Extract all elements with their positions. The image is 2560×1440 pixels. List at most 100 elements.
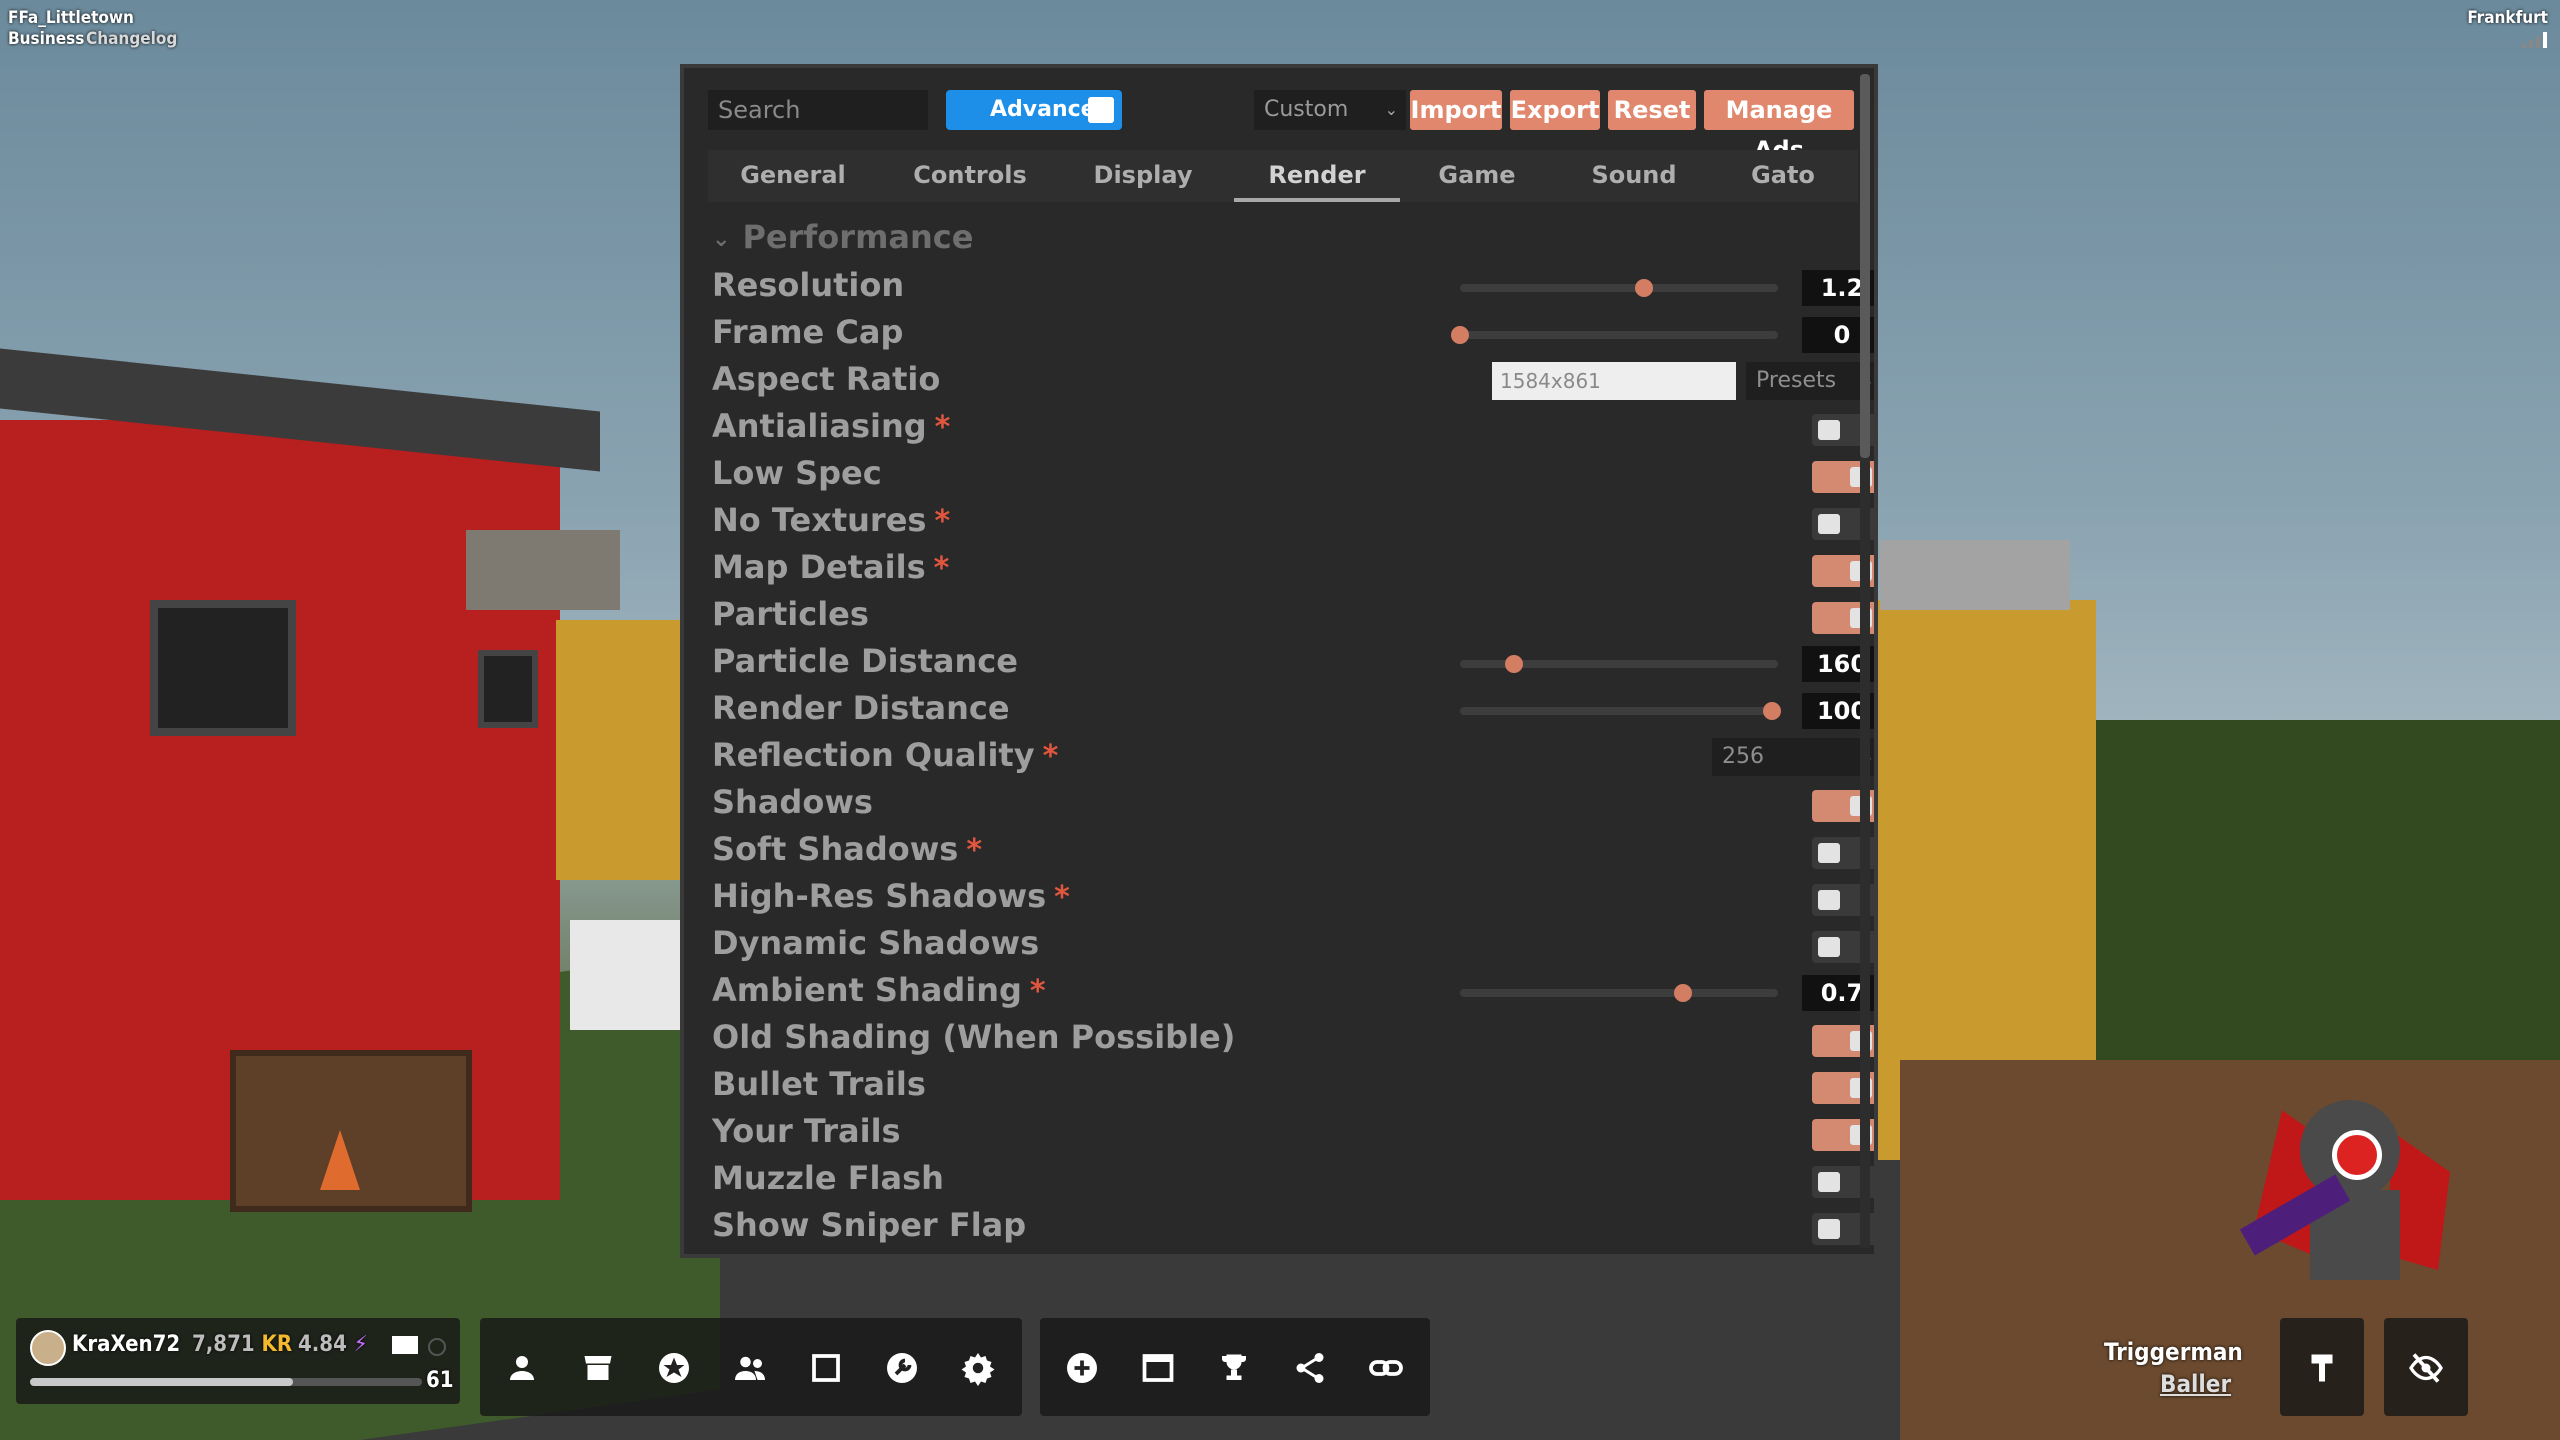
tab-game[interactable]: Game bbox=[1402, 150, 1552, 202]
preset-select[interactable]: Custom ⌄ bbox=[1254, 90, 1406, 130]
setting-label-text: Show Sniper Flap bbox=[712, 1206, 1027, 1244]
tab-render[interactable]: Render bbox=[1234, 150, 1400, 202]
setting-row: Frame Cap 0 bbox=[712, 311, 1874, 358]
settings-search-input[interactable]: Search bbox=[708, 90, 928, 130]
square-icon[interactable] bbox=[804, 1346, 848, 1390]
hammer-button[interactable] bbox=[2280, 1318, 2364, 1416]
setting-label: Frame Cap bbox=[712, 313, 903, 351]
tab-controls[interactable]: Controls bbox=[882, 150, 1058, 202]
setting-row: Render Distance 100 bbox=[712, 687, 1874, 734]
manage-ads-button[interactable]: Manage Ads bbox=[1704, 90, 1854, 164]
setting-slider[interactable] bbox=[1460, 984, 1778, 1002]
setting-label: Render Distance bbox=[712, 689, 1010, 727]
preset-value: Custom bbox=[1264, 97, 1349, 122]
setting-label: Show Sniper Flap bbox=[712, 1206, 1026, 1244]
tab-general[interactable]: General bbox=[718, 150, 868, 202]
slider-thumb[interactable] bbox=[1505, 655, 1524, 673]
reset-button[interactable]: Reset bbox=[1608, 90, 1696, 130]
required-asterisk-icon: * bbox=[1029, 974, 1046, 1009]
setting-label: Shadows bbox=[712, 783, 873, 821]
changelog-link[interactable]: Changelog bbox=[86, 29, 177, 49]
setting-label: Bullet Trails bbox=[712, 1065, 926, 1103]
section-header-performance[interactable]: ⌄ Performance bbox=[712, 218, 973, 256]
setting-row: Your Trails bbox=[712, 1110, 1874, 1157]
hammer-icon bbox=[2300, 1346, 2344, 1390]
plus-icon[interactable] bbox=[1060, 1346, 1104, 1390]
setting-label: Old Shading (When Possible) bbox=[712, 1018, 1235, 1056]
avatar[interactable] bbox=[30, 1330, 66, 1366]
tab-display[interactable]: Display bbox=[1060, 150, 1226, 202]
setting-label: Resolution bbox=[712, 266, 904, 304]
setting-label-text: Map Details bbox=[712, 548, 926, 586]
setting-row: Ambient Shading * 0.7 bbox=[712, 969, 1874, 1016]
player-panel: KraXen72 7,871 KR 4.84 ⚡ 61 bbox=[16, 1318, 460, 1404]
window bbox=[478, 650, 538, 728]
setting-label-text: Reflection Quality bbox=[712, 736, 1035, 774]
kr-unit: KR bbox=[261, 1332, 293, 1357]
export-button[interactable]: Export bbox=[1510, 90, 1600, 130]
setting-label: No Textures * bbox=[712, 501, 950, 539]
hide-ui-button[interactable] bbox=[2384, 1318, 2468, 1416]
setting-label-text: Low Spec bbox=[712, 454, 882, 492]
setting-label: Dynamic Shadows bbox=[712, 924, 1039, 962]
car bbox=[570, 920, 680, 1030]
settings-toolbar: Search Advanced Custom ⌄ Import Export R… bbox=[708, 90, 1854, 164]
setting-label: Reflection Quality * bbox=[712, 736, 1058, 774]
aspect-presets-select[interactable]: Presets⌄ bbox=[1746, 362, 1874, 400]
region-label[interactable]: Frankfurt bbox=[2467, 8, 2548, 28]
setting-row: Antialiasing * bbox=[712, 405, 1874, 452]
setting-label: High-Res Shadows * bbox=[712, 877, 1070, 915]
hide-icon bbox=[2404, 1346, 2448, 1390]
level-progress-fill bbox=[30, 1378, 293, 1386]
profile-icon[interactable] bbox=[500, 1346, 544, 1390]
settings-scrollbar[interactable] bbox=[1860, 74, 1870, 1248]
required-asterisk-icon: * bbox=[933, 551, 950, 586]
wrench-icon[interactable] bbox=[880, 1346, 924, 1390]
business-link[interactable]: Business bbox=[8, 29, 84, 49]
tab-gato[interactable]: Gato bbox=[1716, 150, 1850, 202]
scrollbar-thumb[interactable] bbox=[1860, 74, 1870, 458]
setting-label-text: Particle Distance bbox=[712, 642, 1018, 680]
setting-label: Your Trails bbox=[712, 1112, 901, 1150]
setting-slider[interactable] bbox=[1460, 655, 1778, 673]
reflection-quality-select[interactable]: 256⌄ bbox=[1712, 738, 1874, 776]
setting-label-text: No Textures bbox=[712, 501, 927, 539]
tab-sound[interactable]: Sound bbox=[1554, 150, 1714, 202]
mail-icon[interactable] bbox=[392, 1336, 418, 1354]
slider-thumb[interactable] bbox=[1451, 326, 1469, 344]
setting-slider[interactable] bbox=[1460, 702, 1781, 720]
slider-thumb[interactable] bbox=[1673, 984, 1692, 1002]
advanced-toggle[interactable]: Advanced bbox=[946, 90, 1122, 130]
required-asterisk-icon: * bbox=[966, 833, 983, 868]
toggle-knob bbox=[1818, 890, 1840, 910]
gear-icon[interactable] bbox=[956, 1346, 1000, 1390]
required-asterisk-icon: * bbox=[934, 504, 951, 539]
setting-row: Show Sniper Flap bbox=[712, 1204, 1874, 1251]
setting-slider[interactable] bbox=[1460, 279, 1778, 297]
share-icon[interactable] bbox=[1288, 1346, 1332, 1390]
setting-slider[interactable] bbox=[1451, 326, 1778, 344]
star-icon[interactable] bbox=[652, 1346, 696, 1390]
window bbox=[150, 600, 296, 736]
window-icon[interactable] bbox=[1136, 1346, 1180, 1390]
setting-label: Soft Shadows * bbox=[712, 830, 982, 868]
player-name[interactable]: KraXen72 bbox=[72, 1332, 180, 1357]
setting-label-text: Old Shading (When Possible) bbox=[712, 1018, 1236, 1056]
slider-thumb[interactable] bbox=[1635, 279, 1654, 297]
required-asterisk-icon: * bbox=[934, 410, 951, 445]
trophy-icon[interactable] bbox=[1212, 1346, 1256, 1390]
friends-icon[interactable] bbox=[728, 1346, 772, 1390]
aspect-ratio-input[interactable]: 1584x861 bbox=[1492, 362, 1736, 400]
menu-bar-secondary bbox=[1040, 1318, 1430, 1416]
import-button[interactable]: Import bbox=[1410, 90, 1502, 130]
setting-label: Muzzle Flash bbox=[712, 1159, 944, 1197]
slider-thumb[interactable] bbox=[1762, 702, 1781, 720]
shop-icon[interactable] bbox=[576, 1346, 620, 1390]
setting-label: Ambient Shading * bbox=[712, 971, 1046, 1009]
toggle-knob bbox=[1818, 420, 1840, 440]
toggle-knob bbox=[1818, 514, 1840, 534]
link-icon[interactable] bbox=[1364, 1346, 1408, 1390]
setting-label-text: Frame Cap bbox=[712, 313, 904, 351]
select-value: 256 bbox=[1722, 744, 1764, 769]
toggle-knob bbox=[1818, 1172, 1840, 1192]
